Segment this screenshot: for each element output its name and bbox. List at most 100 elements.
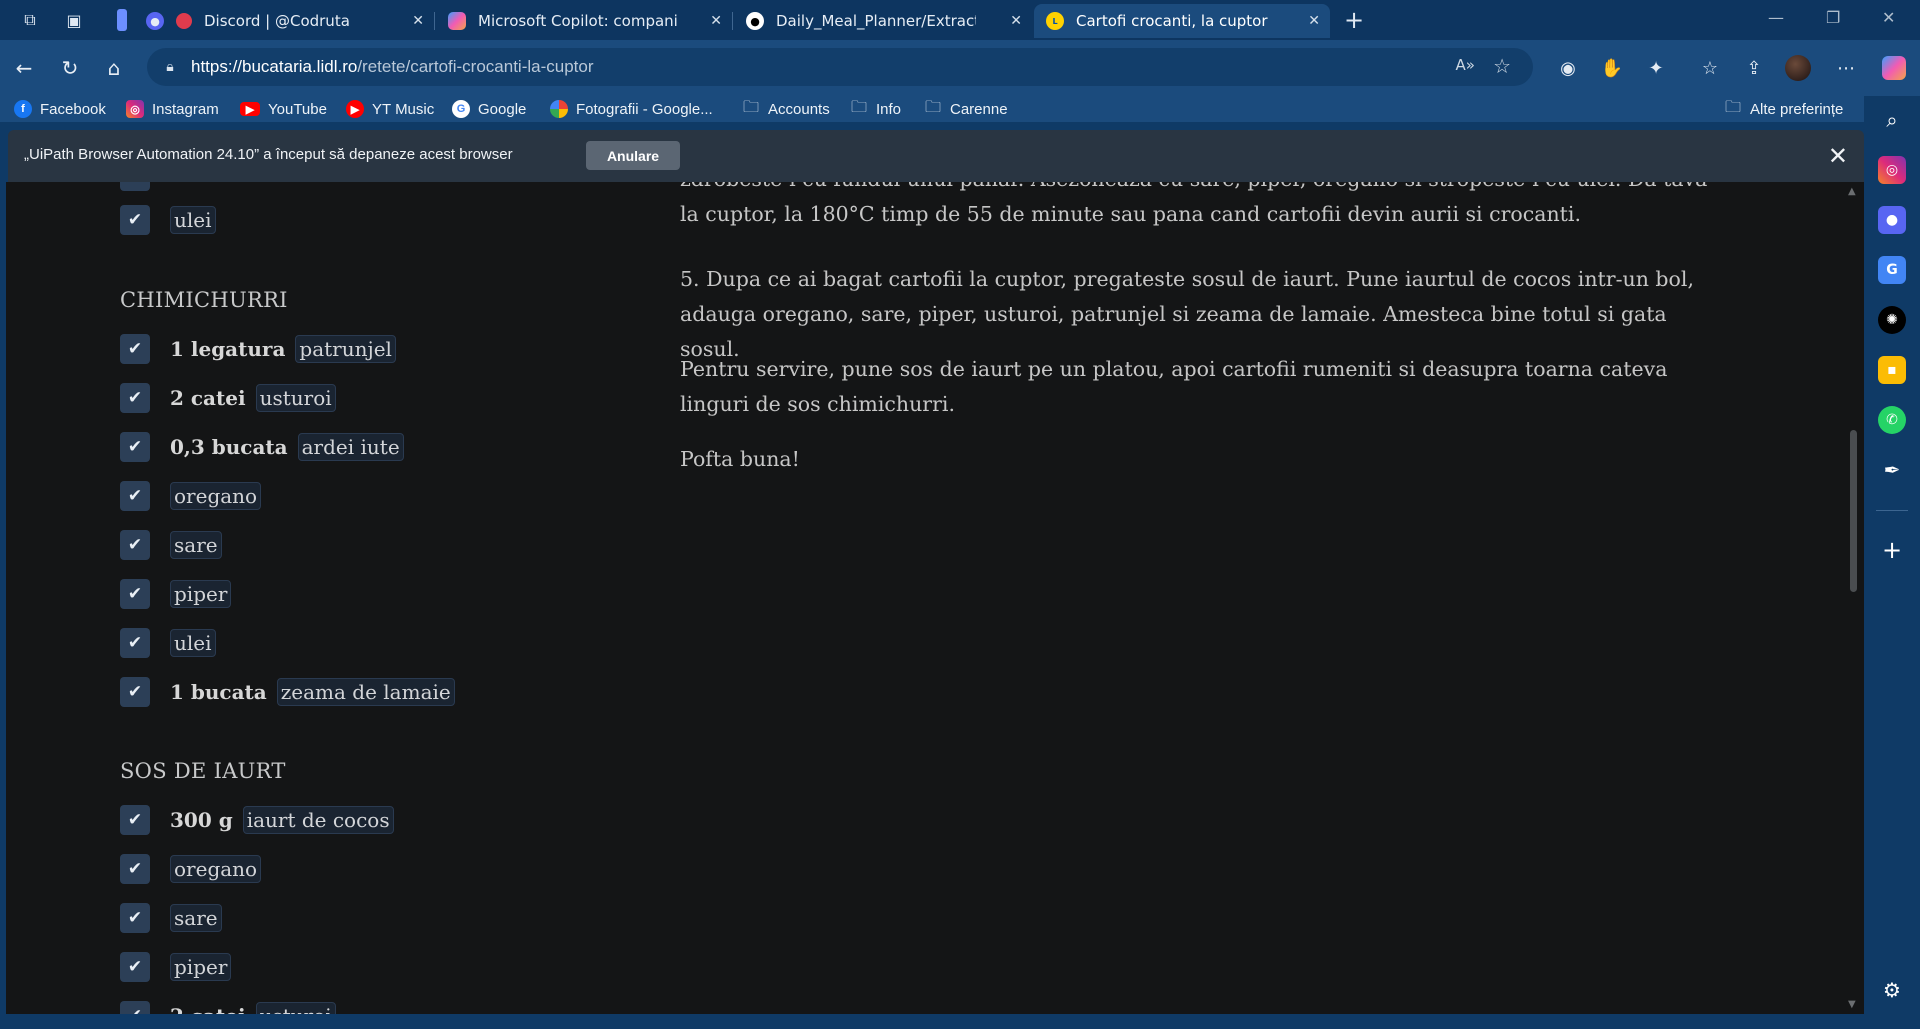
- keep-icon[interactable]: ▪: [1878, 356, 1906, 384]
- close-tab-icon[interactable]: ✕: [1308, 13, 1320, 29]
- more-menu-icon[interactable]: ⋯: [1832, 54, 1860, 82]
- tab-actions-icon[interactable]: ▣: [62, 8, 86, 32]
- github-icon: ●: [746, 12, 764, 30]
- checkbox-checked-icon[interactable]: ✔: [120, 677, 150, 707]
- back-icon[interactable]: ←: [10, 54, 38, 82]
- bookmark-instagram[interactable]: ◎ Instagram: [126, 98, 219, 120]
- checkbox-checked-icon[interactable]: ✔: [120, 530, 150, 560]
- add-sidebar-app-icon[interactable]: +: [1878, 536, 1906, 564]
- ingredient-row[interactable]: ✔ piper: [120, 578, 232, 610]
- checkbox-checked-icon[interactable]: ✔: [120, 481, 150, 511]
- extension-stop-icon[interactable]: ✋: [1598, 54, 1626, 82]
- settings-gear-icon[interactable]: ⚙: [1878, 976, 1906, 1004]
- tab-github[interactable]: ● Daily_Meal_Planner/ExtractRecept ✕: [734, 4, 1032, 38]
- page-scrollbar[interactable]: ▲ ▼: [1848, 186, 1858, 1010]
- feather-icon[interactable]: ✒: [1878, 456, 1906, 484]
- chatgpt-icon[interactable]: ✺: [1878, 306, 1906, 334]
- lock-icon[interactable]: 🔒︎: [159, 56, 181, 78]
- bookmark-label: Accounts: [768, 100, 830, 118]
- tab-lidl[interactable]: L Cartofi crocanti, la cuptor ✕: [1034, 4, 1330, 38]
- discord-icon[interactable]: ●: [1878, 206, 1906, 234]
- bookmark-facebook[interactable]: f Facebook: [14, 98, 106, 120]
- address-bar[interactable]: 🔒︎ https://bucataria.lidl.ro/retete/cart…: [147, 48, 1533, 86]
- edge-sidebar: ⌕ ◎ ● G ✺ ▪ ✆ ✒ + ⚙: [1864, 96, 1920, 1029]
- bookmark-youtube[interactable]: ▶ YouTube: [240, 98, 327, 120]
- bookmarks-bar: f Facebook ◎ Instagram ▶ YouTube ▶ YT Music …: [0, 96, 1880, 122]
- checkbox-checked-icon[interactable]: ✔: [120, 1001, 150, 1014]
- restore-icon[interactable]: ❐: [1826, 8, 1840, 27]
- cancel-button[interactable]: Anulare: [586, 141, 680, 170]
- whatsapp-icon[interactable]: ✆: [1878, 406, 1906, 434]
- ingredient-name: iaurt de cocos: [242, 806, 394, 834]
- bookmark-photos[interactable]: Fotografii - Google...: [550, 98, 713, 120]
- close-window-icon[interactable]: ✕: [1882, 8, 1895, 27]
- ingredient-row[interactable]: ✔ piper: [120, 951, 232, 983]
- ingredient-row[interactable]: ✔ 300 g iaurt de cocos: [120, 804, 394, 836]
- home-icon[interactable]: ⌂: [100, 54, 128, 82]
- minimize-icon[interactable]: —: [1768, 8, 1784, 27]
- bookmark-label: YouTube: [268, 100, 327, 118]
- read-aloud-icon[interactable]: A»: [1456, 56, 1475, 74]
- youtube-icon: ▶: [240, 102, 260, 116]
- checkbox-checked-icon[interactable]: ✔: [120, 854, 150, 884]
- ingredient-row[interactable]: ✔ sare: [120, 902, 222, 934]
- ingredient-row[interactable]: ✔ 0,3 bucata ardei iute: [120, 431, 404, 463]
- section-title-sos-de-iaurt: SOS DE IAURT: [120, 759, 286, 783]
- instagram-icon[interactable]: ◎: [1878, 156, 1906, 184]
- new-tab-icon[interactable]: +: [1342, 6, 1366, 34]
- checkbox-checked-icon[interactable]: ✔: [120, 432, 150, 462]
- search-icon[interactable]: ⌕: [1878, 106, 1906, 134]
- ingredient-name: ardei iute: [297, 433, 404, 461]
- ingredient-row[interactable]: ✔ ulei: [120, 627, 216, 659]
- navigation-bar: ← ↻ ⌂ 🔒︎ https://bucataria.lidl.ro/retet…: [0, 40, 1920, 96]
- vertical-tabs-icon[interactable]: [110, 8, 134, 32]
- close-infobar-icon[interactable]: ✕: [1828, 142, 1848, 170]
- extensions-puzzle-icon[interactable]: ✦: [1642, 54, 1670, 82]
- scroll-up-icon[interactable]: ▲: [1848, 186, 1856, 197]
- copilot-icon: [448, 12, 466, 30]
- bookmark-folder-info[interactable]: 🗀 Info: [850, 98, 901, 120]
- scrollbar-thumb[interactable]: [1850, 430, 1857, 592]
- checkbox-checked-icon[interactable]: ✔: [120, 182, 150, 191]
- url-text[interactable]: https://bucataria.lidl.ro/retete/cartofi…: [191, 57, 594, 77]
- checkbox-checked-icon[interactable]: ✔: [120, 952, 150, 982]
- scroll-down-icon[interactable]: ▼: [1848, 999, 1856, 1010]
- ingredient-row[interactable]: ✔ 1 legatura patrunjel: [120, 333, 396, 365]
- ingredient-row[interactable]: ✔ oregano: [120, 480, 262, 512]
- ingredient-row[interactable]: ✔ sare: [120, 529, 222, 561]
- checkbox-checked-icon[interactable]: ✔: [120, 628, 150, 658]
- tab-label: Microsoft Copilot: companionul d: [478, 12, 678, 30]
- favorite-star-icon[interactable]: ☆: [1493, 54, 1511, 78]
- checkbox-checked-icon[interactable]: ✔: [120, 334, 150, 364]
- close-tab-icon[interactable]: ✕: [412, 13, 424, 29]
- folder-icon: 🗀: [742, 98, 759, 116]
- ingredient-row[interactable]: ✔ 2 catei usturoi: [120, 1000, 336, 1014]
- checkbox-checked-icon[interactable]: ✔: [120, 805, 150, 835]
- checkbox-checked-icon[interactable]: ✔: [120, 205, 150, 235]
- bookmark-folder-carenne[interactable]: 🗀 Carenne: [924, 98, 1008, 120]
- translate-icon[interactable]: G: [1878, 256, 1906, 284]
- favorites-icon[interactable]: ☆: [1696, 54, 1724, 82]
- extension-glasses-icon[interactable]: ◉: [1554, 54, 1582, 82]
- checkbox-checked-icon[interactable]: ✔: [120, 579, 150, 609]
- refresh-icon[interactable]: ↻: [56, 54, 84, 82]
- tab-discord[interactable]: ● Discord | @Codruta ✕: [134, 4, 434, 38]
- copilot-sidebar-icon[interactable]: [1880, 54, 1908, 82]
- profile-avatar[interactable]: [1784, 54, 1812, 82]
- workspaces-icon[interactable]: ⧉: [18, 8, 42, 32]
- ingredient-row[interactable]: ✔: [120, 182, 170, 192]
- ingredient-row[interactable]: ✔ 1 bucata zeama de lamaie: [120, 676, 455, 708]
- share-icon[interactable]: ⇪: [1740, 54, 1768, 82]
- tab-copilot[interactable]: Microsoft Copilot: companionul d ✕: [436, 4, 732, 38]
- close-tab-icon[interactable]: ✕: [710, 13, 722, 29]
- ingredient-row[interactable]: ✔ 2 catei usturoi: [120, 382, 336, 414]
- bookmark-folder-other[interactable]: 🗀 Alte preferințe: [1724, 98, 1843, 120]
- bookmark-ytmusic[interactable]: ▶ YT Music: [346, 98, 434, 120]
- bookmark-google[interactable]: G Google: [452, 98, 526, 120]
- checkbox-checked-icon[interactable]: ✔: [120, 383, 150, 413]
- checkbox-checked-icon[interactable]: ✔: [120, 903, 150, 933]
- close-tab-icon[interactable]: ✕: [1010, 13, 1022, 29]
- ingredient-row[interactable]: ✔ oregano: [120, 853, 262, 885]
- ingredient-row[interactable]: ✔ ulei: [120, 204, 216, 236]
- bookmark-folder-accounts[interactable]: 🗀 Accounts: [742, 98, 830, 120]
